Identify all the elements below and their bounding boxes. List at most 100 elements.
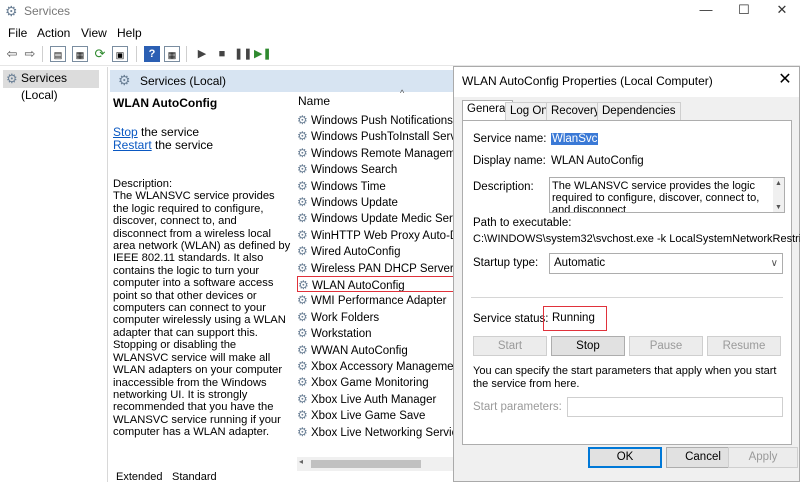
service-name: Xbox Game Monitoring	[311, 377, 429, 390]
status-text: Running	[552, 312, 595, 324]
service-row[interactable]: ⚙ Xbox Live Game Save	[297, 407, 455, 423]
tab-standard[interactable]: Standard	[172, 471, 217, 483]
service-row[interactable]: ⚙ Wireless PAN DHCP Server	[297, 260, 455, 276]
services-list: ⚙Windows Push Notifications User⚙Windows…	[297, 112, 455, 457]
start-service-icon[interactable]: ▶	[194, 46, 210, 62]
menu-help[interactable]: Help	[117, 26, 142, 40]
toolbar: ⇦ ⇨ ▤ ▦ ⟳ ▣ ? ▦ ▶ ■ ❚❚ ▶❚	[0, 42, 800, 66]
apply-button[interactable]: Apply	[728, 447, 798, 468]
service-row[interactable]: ⚙WinHTTP Web Proxy Auto-Discovery	[297, 227, 455, 243]
column-header-name[interactable]: Name ^	[298, 88, 454, 112]
export-list-icon[interactable]: ▣	[112, 46, 128, 62]
service-name: Windows Time	[311, 180, 386, 193]
tree-item-label: Services (Local)	[21, 71, 68, 102]
service-row[interactable]: ⚙ Work Folders	[297, 309, 455, 325]
dialog-close-button[interactable]: ✕	[771, 67, 799, 95]
service-gear-icon: ⚙	[297, 244, 308, 259]
services-gear-icon: ⚙	[6, 71, 18, 86]
dialog-title-bar: WLAN AutoConfig Properties (Local Comput…	[454, 67, 799, 97]
service-name: Xbox Live Networking Service	[311, 426, 455, 439]
service-row[interactable]: ⚙ WWAN AutoConfig	[297, 342, 455, 358]
stop-service-link[interactable]: Stop	[113, 125, 138, 139]
service-gear-icon: ⚙	[297, 129, 308, 144]
restart-service-icon[interactable]: ▶❚	[254, 46, 272, 62]
dialog-title: WLAN AutoConfig Properties (Local Comput…	[462, 74, 713, 88]
pause-service-icon[interactable]: ❚❚	[234, 46, 252, 62]
service-row[interactable]: ⚙ Windows Update	[297, 194, 455, 210]
service-row-selected[interactable]: ⚙ WLAN AutoConfig	[297, 276, 455, 292]
startup-type-select[interactable]: Automatic ∨	[549, 253, 783, 274]
service-row[interactable]: ⚙Xbox Accessory Management Service	[297, 358, 455, 374]
forward-arrow-icon[interactable]: ⇨	[22, 46, 38, 62]
refresh-icon[interactable]: ⟳	[92, 46, 108, 62]
service-row[interactable]: ⚙ Workstation	[297, 325, 455, 341]
service-gear-icon: ⚙	[297, 342, 308, 357]
service-row[interactable]: ⚙Windows Push Notifications User	[297, 112, 455, 128]
service-name: Xbox Live Game Save	[311, 410, 426, 423]
show-hide-console-tree-icon[interactable]: ▤	[50, 46, 66, 62]
start-parameters-input[interactable]	[567, 397, 783, 417]
properties-icon[interactable]: ▦	[164, 46, 180, 62]
service-status-label: Service status:	[473, 313, 549, 325]
service-row[interactable]: ⚙ Windows PushToInstall Service	[297, 128, 455, 144]
description-scrollbar[interactable]: ▲ ▼	[773, 178, 784, 212]
description-box[interactable]: The WLANSVC service provides the logic r…	[549, 177, 785, 213]
properties-dialog: WLAN AutoConfig Properties (Local Comput…	[453, 66, 800, 482]
ok-button[interactable]: OK	[588, 447, 662, 468]
service-name: Wireless PAN DHCP Server	[311, 262, 454, 275]
resume-button[interactable]: Resume	[707, 336, 781, 356]
menu-action[interactable]: Action	[37, 26, 70, 40]
tree-item-services-local[interactable]: ⚙ Services (Local)	[3, 70, 99, 102]
restart-service-link[interactable]: Restart	[113, 138, 152, 152]
service-name: WWAN AutoConfig	[311, 344, 408, 357]
description-text: The WLANSVC service provides the logic r…	[113, 190, 291, 439]
stop-service-icon[interactable]: ■	[214, 46, 230, 62]
service-gear-icon: ⚙	[297, 162, 308, 177]
close-button[interactable]: ✕	[766, 0, 798, 22]
service-name: Wired AutoConfig	[311, 246, 401, 259]
display-name-value[interactable]: WLAN AutoConfig	[551, 155, 644, 167]
service-name-value[interactable]: WlanSvc	[551, 133, 599, 145]
service-gear-icon: ⚙	[297, 145, 308, 160]
service-gear-icon: ⚙	[297, 195, 308, 209]
startup-type-label: Startup type:	[473, 257, 539, 269]
scroll-thumb[interactable]	[311, 460, 421, 468]
horizontal-scrollbar[interactable]: ◂	[297, 457, 455, 471]
service-row[interactable]: ⚙ Windows Time	[297, 178, 455, 194]
back-arrow-icon[interactable]: ⇦	[4, 46, 20, 62]
service-row[interactable]: ⚙Windows Remote Management	[297, 145, 455, 161]
service-name: WinHTTP Web Proxy Auto-Discovery	[311, 229, 455, 242]
maximize-button[interactable]: ☐	[728, 0, 760, 22]
service-row[interactable]: ⚙ Xbox Live Auth Manager	[297, 391, 455, 407]
pause-button[interactable]: Pause	[629, 336, 703, 356]
service-gear-icon: ⚙	[297, 309, 308, 324]
service-gear-icon: ⚙	[297, 375, 308, 390]
tab-dependencies[interactable]: Dependencies	[597, 102, 681, 120]
minimize-button[interactable]: —	[690, 0, 722, 22]
display-name-label: Display name:	[473, 155, 546, 167]
start-button[interactable]: Start	[473, 336, 547, 356]
service-gear-icon: ⚙	[298, 278, 309, 292]
description-label: Description:	[473, 181, 534, 193]
service-gear-icon: ⚙	[297, 408, 308, 423]
properties-sheet-icon[interactable]: ▦	[72, 46, 88, 62]
service-name: Workstation	[311, 328, 372, 341]
stop-button[interactable]: Stop	[551, 336, 625, 356]
help-icon[interactable]: ?	[144, 46, 160, 62]
service-row[interactable]: ⚙ Wired AutoConfig	[297, 243, 455, 259]
service-gear-icon: ⚙	[297, 113, 308, 127]
chevron-down-icon: ∨	[770, 258, 778, 269]
scroll-left-icon[interactable]: ◂	[299, 457, 303, 466]
menu-file[interactable]: File	[8, 26, 27, 40]
menu-view[interactable]: View	[81, 26, 107, 40]
service-row[interactable]: ⚙ Windows Search	[297, 161, 455, 177]
tab-recovery[interactable]: Recovery	[546, 102, 605, 120]
services-search-icon: ⚙	[118, 72, 131, 88]
service-row[interactable]: ⚙ Xbox Live Networking Service	[297, 424, 455, 440]
service-status-value: Running	[543, 306, 607, 331]
service-row[interactable]: ⚙ Xbox Game Monitoring	[297, 374, 455, 390]
service-row[interactable]: ⚙Windows Update Medic Service	[297, 210, 455, 226]
service-row[interactable]: ⚙ WMI Performance Adapter	[297, 292, 455, 308]
description-value: The WLANSVC service provides the logic r…	[552, 180, 760, 213]
tab-extended[interactable]: Extended	[116, 471, 162, 483]
